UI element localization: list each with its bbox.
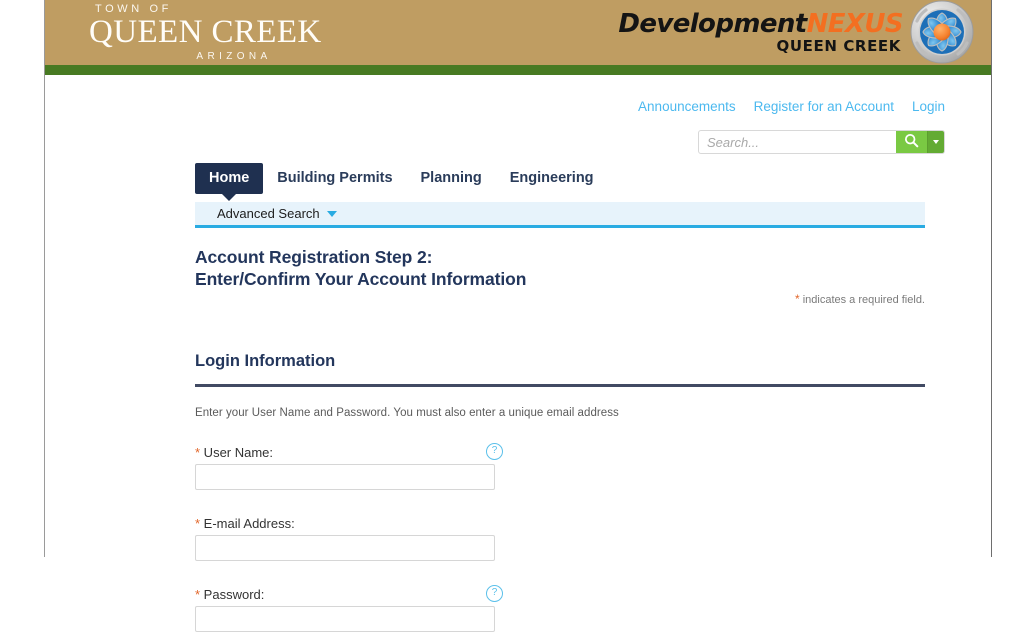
chevron-down-icon[interactable] (326, 210, 337, 217)
page-title-line1: Account Registration Step 2: (195, 247, 433, 267)
advanced-search-bar[interactable]: Advanced Search (195, 202, 925, 228)
required-field-note: * indicates a required field. (795, 292, 925, 306)
section-divider (195, 384, 925, 387)
help-icon[interactable]: ? (486, 585, 503, 602)
search-input[interactable] (699, 131, 896, 153)
email-address-input[interactable] (195, 535, 495, 561)
field-label-user-name: * User Name: (195, 445, 495, 460)
site-header-banner: TOWN OF QUEEN CREEK ARIZONA DevelopmentN… (45, 0, 991, 65)
help-icon[interactable]: ? (486, 443, 503, 460)
page-title-line2: Enter/Confirm Your Account Information (195, 269, 527, 289)
logo-arizona-text: ARIZONA (196, 51, 272, 62)
nav-link-login[interactable]: Login (912, 99, 945, 114)
global-search (698, 130, 945, 154)
tab-home[interactable]: Home (195, 163, 264, 194)
field-email-address: * E-mail Address: (195, 516, 495, 561)
header-green-divider (45, 65, 991, 75)
field-label-text: Password: (200, 587, 265, 602)
nexus-subtitle-text: QUEEN CREEK (776, 37, 901, 55)
nexus-nexus-text: NEXUS (806, 9, 904, 39)
search-options-button[interactable] (927, 131, 944, 153)
required-note-text: indicates a required field. (799, 294, 925, 306)
field-label-email-address: * E-mail Address: (195, 516, 495, 531)
development-nexus-wordmark: DevelopmentNEXUS QUEEN CREEK (618, 11, 903, 55)
field-password: * Password: ? (195, 585, 503, 632)
utility-nav: Announcements Register for an Account Lo… (638, 99, 945, 114)
chevron-down-icon (933, 140, 939, 144)
nexus-wheel-icon (909, 0, 975, 65)
password-input[interactable] (195, 606, 495, 632)
search-button[interactable] (896, 131, 927, 153)
field-user-name: * User Name: ? (195, 443, 503, 490)
nexus-development-text: Development (618, 9, 807, 39)
development-nexus-logo: DevelopmentNEXUS QUEEN CREEK (618, 0, 975, 65)
tab-engineering[interactable]: Engineering (496, 163, 608, 194)
tab-planning[interactable]: Planning (407, 163, 496, 194)
section-description: Enter your User Name and Password. You m… (195, 407, 619, 419)
logo-queen-creek-text: QUEEN CREEK (89, 14, 322, 50)
field-label-text: User Name: (200, 445, 274, 460)
user-name-input[interactable] (195, 464, 495, 490)
tab-building-permits[interactable]: Building Permits (263, 163, 406, 194)
main-tab-bar: Home Building Permits Planning Engineeri… (195, 163, 608, 194)
search-icon (904, 133, 919, 151)
nav-link-announcements[interactable]: Announcements (638, 99, 736, 114)
nav-link-register-for-an-account[interactable]: Register for an Account (754, 99, 894, 114)
field-label-text: E-mail Address: (200, 516, 295, 531)
field-label-password: * Password: (195, 587, 495, 602)
section-title-login-information: Login Information (195, 352, 336, 370)
nexus-title-line: DevelopmentNEXUS (618, 11, 903, 38)
advanced-search-label[interactable]: Advanced Search (195, 206, 320, 221)
town-of-queen-creek-logo: TOWN OF QUEEN CREEK ARIZONA (89, 2, 349, 65)
main-content: Account Registration Step 2: Enter/Confi… (195, 246, 925, 632)
page-title: Account Registration Step 2: Enter/Confi… (195, 246, 925, 290)
page-frame: TOWN OF QUEEN CREEK ARIZONA DevelopmentN… (44, 0, 992, 632)
